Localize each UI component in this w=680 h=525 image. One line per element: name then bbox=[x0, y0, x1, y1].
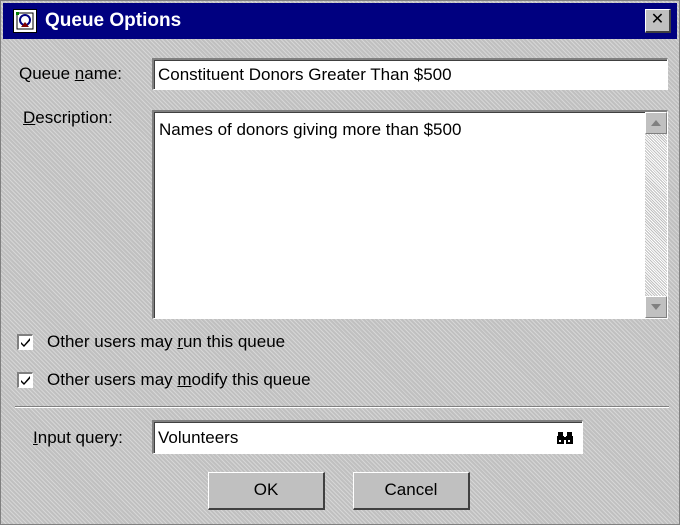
description-mnemonic: D bbox=[23, 108, 36, 127]
queue-name-mnemonic: n bbox=[74, 64, 85, 83]
modify-queue-checkbox[interactable] bbox=[17, 372, 33, 388]
separator bbox=[15, 406, 669, 408]
checkmark-icon bbox=[21, 376, 30, 385]
queue-name-input[interactable]: Constituent Donors Greater Than $500 bbox=[152, 58, 668, 90]
title-bar[interactable]: Queue Options ✕ bbox=[3, 3, 677, 39]
close-icon: ✕ bbox=[650, 11, 665, 28]
cancel-button[interactable]: Cancel bbox=[353, 472, 470, 510]
input-query-value: Volunteers bbox=[158, 428, 239, 447]
description-scrollbar[interactable] bbox=[645, 112, 667, 318]
scroll-down-icon bbox=[651, 304, 661, 310]
input-query-label: Input query: bbox=[33, 428, 123, 447]
queue-options-dialog: Queue Options ✕ Queue name: Constituent … bbox=[0, 0, 680, 525]
description-textarea[interactable]: Names of donors giving more than $500 bbox=[152, 110, 668, 319]
dialog-title: Queue Options bbox=[45, 10, 182, 31]
run-queue-label[interactable]: Other users may run this queue bbox=[47, 332, 285, 352]
description-value: Names of donors giving more than $500 bbox=[159, 120, 462, 139]
app-icon bbox=[13, 9, 37, 33]
description-label: Description: bbox=[23, 108, 113, 127]
queue-name-value: Constituent Donors Greater Than $500 bbox=[158, 65, 452, 84]
scroll-down-button[interactable] bbox=[645, 296, 667, 318]
checkmark-icon bbox=[21, 338, 30, 347]
modify-queue-mnemonic: m bbox=[177, 370, 192, 389]
input-query-field[interactable]: Volunteers bbox=[152, 420, 583, 454]
scroll-up-icon bbox=[651, 120, 661, 126]
scroll-up-button[interactable] bbox=[645, 112, 667, 134]
ok-button[interactable]: OK bbox=[208, 472, 325, 510]
queue-name-label: Queue name: bbox=[19, 64, 123, 83]
browse-query-button[interactable] bbox=[550, 424, 580, 452]
modify-queue-label[interactable]: Other users may modify this queue bbox=[47, 370, 311, 390]
close-button[interactable]: ✕ bbox=[645, 9, 671, 33]
binoculars-icon bbox=[557, 432, 573, 444]
run-queue-checkbox[interactable] bbox=[17, 334, 33, 350]
